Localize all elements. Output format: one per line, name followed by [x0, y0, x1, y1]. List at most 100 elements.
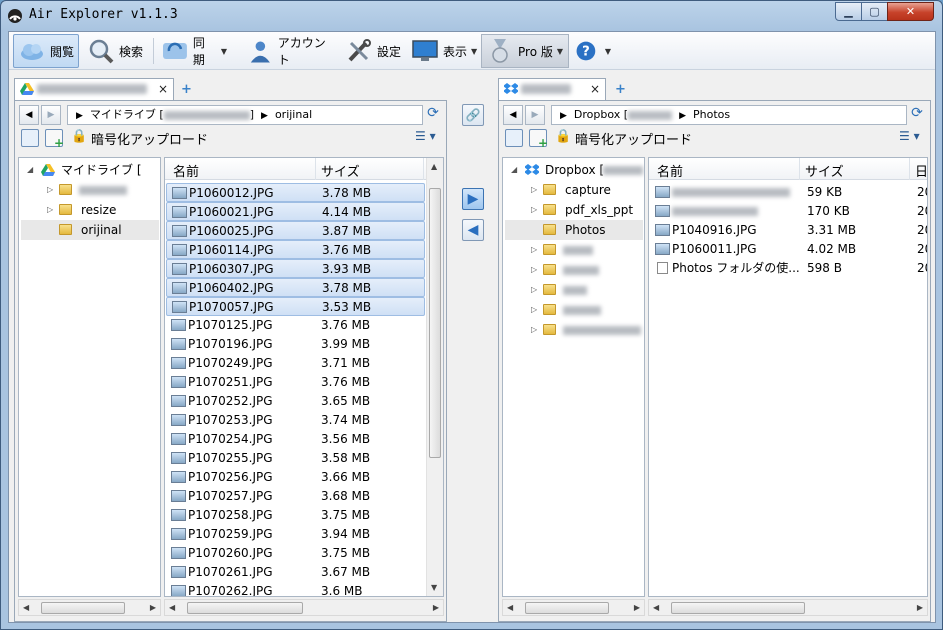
scroll-thumb[interactable] [525, 602, 609, 614]
left-tab-close-icon[interactable]: × [158, 82, 168, 96]
file-row[interactable]: P1070262.JPG 3.6 MB [166, 582, 425, 596]
right-add-tab-icon[interactable]: + [615, 82, 626, 97]
forward-icon[interactable]: ▶ [525, 105, 545, 125]
breadcrumb-folder[interactable]: orijinal [275, 108, 312, 121]
tree-item-pdf-xls-ppt[interactable]: ▷ pdf_xls_ppt [503, 200, 644, 220]
tree-item-redacted[interactable]: ▷ [503, 280, 644, 300]
tree-root-drive[interactable]: ◢ マイドライブ [ [19, 160, 160, 180]
right-list-hscrollbar[interactable]: ◀ ▶ [648, 599, 928, 616]
forward-icon[interactable]: ▶ [41, 105, 61, 125]
right-tab-close-icon[interactable]: × [590, 82, 600, 96]
tree-root-dropbox[interactable]: ◢ Dropbox [ [503, 160, 644, 180]
file-row[interactable]: P1060114.JPG 3.76 MB [166, 240, 425, 259]
copy-to-left-button[interactable]: ◀ [462, 219, 484, 241]
column-size-header[interactable]: サイズ [321, 161, 360, 180]
file-row[interactable]: P1070257.JPG 3.68 MB [166, 487, 425, 506]
tree-item-redacted[interactable]: ▷ [503, 300, 644, 320]
scroll-thumb[interactable] [429, 188, 441, 458]
file-row[interactable]: P1070251.JPG 3.76 MB [166, 373, 425, 392]
left-account-tab[interactable]: × [14, 78, 174, 100]
minimize-button[interactable]: ▁ [835, 2, 862, 21]
file-row[interactable]: P1070249.JPG 3.71 MB [166, 354, 425, 373]
new-folder-icon[interactable]: + [45, 129, 64, 150]
tree-item-resize[interactable]: ▷ resize [19, 200, 160, 220]
right-refresh-icon[interactable]: ⟳ [907, 105, 927, 127]
maximize-button[interactable]: ▢ [861, 2, 888, 21]
file-row[interactable]: P1070255.JPG 3.58 MB [166, 449, 425, 468]
left-breadcrumb[interactable]: ▶ マイドライブ [] ▶ orijinal [67, 105, 423, 125]
right-view-mode-icon[interactable]: ☰ ▾ [899, 129, 920, 143]
scroll-thumb[interactable] [671, 602, 805, 614]
sync-button[interactable]: 同期 ▼ [157, 34, 231, 68]
close-button[interactable]: ✕ [887, 2, 934, 21]
tree-item-orijinal[interactable]: orijinal [21, 220, 159, 240]
help-dropdown-icon[interactable]: ▼ [605, 47, 611, 56]
file-row[interactable]: P1070252.JPG 3.65 MB [166, 392, 425, 411]
file-row[interactable]: P1060021.JPG 4.14 MB [166, 202, 425, 221]
right-tree-hscrollbar[interactable]: ◀ ▶ [502, 599, 645, 616]
encrypt-upload-label[interactable]: 暗号化アップロード [575, 129, 692, 148]
properties-icon[interactable] [21, 129, 39, 147]
left-list-hscrollbar[interactable]: ◀ ▶ [164, 599, 444, 616]
column-name-header[interactable]: 名前 [657, 161, 683, 180]
tree-item-redacted[interactable]: ▷ [19, 180, 160, 200]
file-row[interactable]: P1060402.JPG 3.78 MB [166, 278, 425, 297]
file-row[interactable]: P1070260.JPG 3.75 MB [166, 544, 425, 563]
view-dropdown-icon[interactable]: ▼ [471, 47, 477, 56]
left-list-vscrollbar[interactable]: ▲ ▼ [426, 158, 443, 596]
file-row[interactable]: P1040916.JPG 3.31 MB 20 [650, 221, 927, 240]
left-refresh-icon[interactable]: ⟳ [423, 105, 443, 127]
file-row[interactable]: P1060012.JPG 3.78 MB [166, 183, 425, 202]
tree-item-redacted[interactable]: ▷ [503, 320, 644, 340]
file-row[interactable]: P1070259.JPG 3.94 MB [166, 525, 425, 544]
pro-dropdown-icon[interactable]: ▼ [557, 47, 563, 56]
column-name-header[interactable]: 名前 [173, 161, 199, 180]
back-icon[interactable]: ◀ [19, 105, 39, 125]
file-row[interactable]: P1070125.JPG 3.76 MB [166, 316, 425, 335]
file-row[interactable]: P1070258.JPG 3.75 MB [166, 506, 425, 525]
breadcrumb-folder[interactable]: Photos [693, 108, 730, 121]
search-button[interactable]: 検索 [83, 34, 149, 68]
column-size-header[interactable]: サイズ [805, 161, 844, 180]
view-button[interactable]: 表示 ▼ [407, 34, 483, 68]
tree-item-capture[interactable]: ▷ capture [503, 180, 644, 200]
title-bar[interactable]: Air Explorer v1.1.3 ▁ ▢ ✕ [1, 1, 942, 31]
file-row[interactable]: P1070254.JPG 3.56 MB [166, 430, 425, 449]
scroll-thumb[interactable] [41, 602, 125, 614]
copy-to-right-button[interactable]: ▶ [462, 188, 484, 210]
file-row[interactable]: P1070261.JPG 3.67 MB [166, 563, 425, 582]
account-button[interactable]: アカウント [243, 34, 339, 68]
left-tree-hscrollbar[interactable]: ◀ ▶ [18, 599, 161, 616]
pro-version-button[interactable]: Pro 版 ▼ [481, 34, 569, 68]
help-button[interactable]: ? ▼ [571, 34, 615, 68]
file-row[interactable]: P1070196.JPG 3.99 MB [166, 335, 425, 354]
file-row[interactable]: P1060307.JPG 3.93 MB [166, 259, 425, 278]
settings-button[interactable]: 設定 [341, 34, 407, 68]
file-row[interactable]: P1060011.JPG 4.02 MB 20 [650, 240, 927, 259]
sync-dropdown-icon[interactable]: ▼ [221, 47, 227, 56]
breadcrumb-root[interactable]: マイドライブ [ [90, 108, 164, 121]
column-date-header[interactable]: 日... [915, 161, 927, 180]
new-folder-icon[interactable]: + [529, 129, 548, 150]
file-row[interactable]: P1070256.JPG 3.66 MB [166, 468, 425, 487]
file-row[interactable]: P1060025.JPG 3.87 MB [166, 221, 425, 240]
file-row[interactable]: 170 KB 20 [650, 202, 927, 221]
properties-icon[interactable] [505, 129, 523, 147]
breadcrumb-root[interactable]: Dropbox [ [574, 108, 628, 121]
tree-item-redacted[interactable]: ▷ [503, 240, 644, 260]
file-row[interactable]: 59 KB 20 [650, 183, 927, 202]
tree-item-redacted[interactable]: ▷ [503, 260, 644, 280]
file-row[interactable]: P1070253.JPG 3.74 MB [166, 411, 425, 430]
right-account-tab[interactable]: × [498, 78, 606, 100]
file-row[interactable]: P1070057.JPG 3.53 MB [166, 297, 425, 316]
link-icon[interactable]: 🔗 [462, 104, 484, 126]
encrypt-upload-label[interactable]: 暗号化アップロード [91, 129, 208, 148]
left-add-tab-icon[interactable]: + [181, 82, 192, 97]
back-icon[interactable]: ◀ [503, 105, 523, 125]
tree-item-photos[interactable]: Photos [505, 220, 643, 240]
right-breadcrumb[interactable]: ▶ Dropbox [ ▶ Photos [551, 105, 907, 125]
scroll-thumb[interactable] [187, 602, 303, 614]
left-view-mode-icon[interactable]: ☰ ▾ [415, 129, 436, 143]
file-row[interactable]: Photos フォルダの使... 598 B 20 [650, 259, 927, 278]
browse-button[interactable]: 閲覧 [13, 34, 79, 68]
